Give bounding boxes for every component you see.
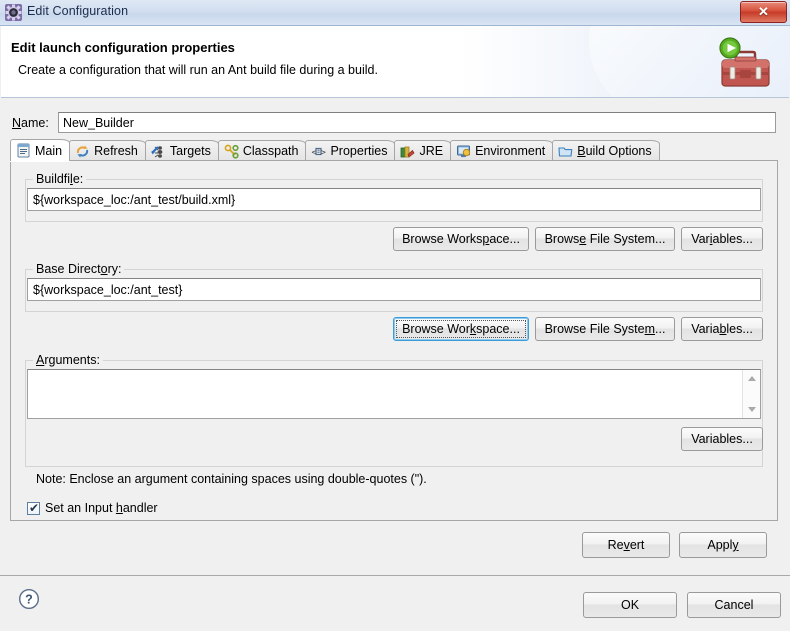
apply-label: Apply [707,538,739,552]
tab-jre[interactable]: JRE [394,140,452,161]
cancel-label: Cancel [714,598,754,612]
tab-label-jre: JRE [419,144,444,158]
window-title: Edit Configuration [27,4,129,18]
targets-ant-icon [151,144,166,159]
buildfile-variables-button[interactable]: Variables... [681,227,763,251]
header-subtitle: Create a configuration that will run an … [18,63,378,77]
buildfile-browse-workspace-label: Browse Workspace... [402,232,520,246]
set-input-handler-label: Set an Input handler [45,501,158,515]
buildfile-browse-filesystem-button[interactable]: Browse File System... [535,227,675,251]
basedir-variables-label: Variables... [691,322,753,336]
revert-label: Revert [607,538,645,552]
edit-configuration-dialog: Edit Configuration ✕ Edit launch configu… [0,0,790,631]
tab-classpath[interactable]: Classpath [217,140,307,161]
build-options-folder-icon [558,144,573,159]
header-title: Edit launch configuration properties [11,40,235,55]
base-directory-group-label: Base Directory: [33,262,125,276]
buildfile-browse-filesystem-label: Browse File System... [544,232,666,246]
tab-label-build-options: Build Options [577,144,652,158]
base-directory-input[interactable] [27,278,761,301]
main-document-icon [16,143,31,158]
tab-label-environment: Environment [475,144,546,158]
tab-refresh[interactable]: Refresh [69,140,146,161]
tab-label-classpath: Classpath [242,144,299,158]
close-button[interactable]: ✕ [740,1,787,23]
buildfile-group-label: Buildfile: [33,172,87,186]
classpath-icon [224,144,239,159]
tab-label-refresh: Refresh [94,144,138,158]
svg-text:?: ? [25,593,33,607]
arguments-note: Note: Enclose an argument containing spa… [36,472,427,486]
bottom-separator [0,575,790,576]
scroll-up-icon[interactable] [743,370,760,387]
arguments-variables-button[interactable]: Variables... [681,427,763,451]
help-button[interactable]: ? [18,588,40,610]
title-bar: Edit Configuration ✕ [0,0,790,26]
basedir-browse-filesystem-button[interactable]: Browse File System... [535,317,675,341]
apply-button[interactable]: Apply [679,532,767,558]
arguments-textarea-wrapper [27,369,761,419]
dialog-header: Edit launch configuration properties Cre… [1,26,789,98]
basedir-browse-filesystem-label: Browse File System... [544,322,666,336]
ok-label: OK [620,598,640,612]
refresh-arrows-icon [75,144,90,159]
tab-label-main: Main [35,143,63,158]
tab-environment[interactable]: Environment [450,140,554,161]
arguments-group-label: Arguments: [33,353,103,367]
svg-text:>: > [321,148,327,158]
basedir-browse-workspace-button[interactable]: Browse Workspace... [393,317,529,341]
svg-text:<: < [312,148,318,158]
tab-label-properties: Properties [330,144,388,158]
properties-icon: < > [311,144,327,159]
check-glyph: ✔ [29,500,40,515]
tab-properties[interactable]: < > Properties [305,140,396,161]
ok-button[interactable]: OK [583,592,677,618]
jre-books-icon [400,144,415,159]
tab-panel-main: Buildfile: Browse Workspace... Browse Fi… [10,160,778,521]
tab-strip: Main Refresh Targets Classpath < > Prope… [10,139,778,161]
tab-label-targets: Targets [169,144,211,158]
name-label: Name: [12,116,49,130]
buildfile-input[interactable] [27,188,761,211]
buildfile-browse-workspace-button[interactable]: Browse Workspace... [393,227,529,251]
gear-icon [5,4,22,21]
arguments-variables-label: Variables... [691,432,753,446]
tab-folder: Main Refresh Targets Classpath < > Prope… [10,139,778,521]
tab-build-options[interactable]: Build Options [552,140,660,161]
revert-button[interactable]: Revert [582,532,670,558]
tab-main[interactable]: Main [10,139,71,161]
ant-toolbox-run-icon [713,32,775,94]
basedir-variables-button[interactable]: Variables... [681,317,763,341]
cancel-button[interactable]: Cancel [687,592,781,618]
checkbox-icon: ✔ [27,500,40,515]
name-row: Name: [10,112,778,134]
close-icon: ✕ [758,3,769,19]
basedir-browse-workspace-label: Browse Workspace... [402,322,520,336]
set-input-handler-checkbox[interactable]: ✔ Set an Input handler [27,501,158,515]
dialog-body: Name: New_Builder Main Refresh Targets C… [0,99,790,631]
name-input[interactable] [58,112,776,133]
environment-icon [456,144,471,159]
scroll-down-icon[interactable] [743,401,760,418]
arguments-scrollbar[interactable] [742,370,760,418]
buildfile-variables-label: Variables... [691,232,753,246]
arguments-textarea[interactable] [28,370,743,418]
tab-targets[interactable]: Targets [144,140,219,161]
